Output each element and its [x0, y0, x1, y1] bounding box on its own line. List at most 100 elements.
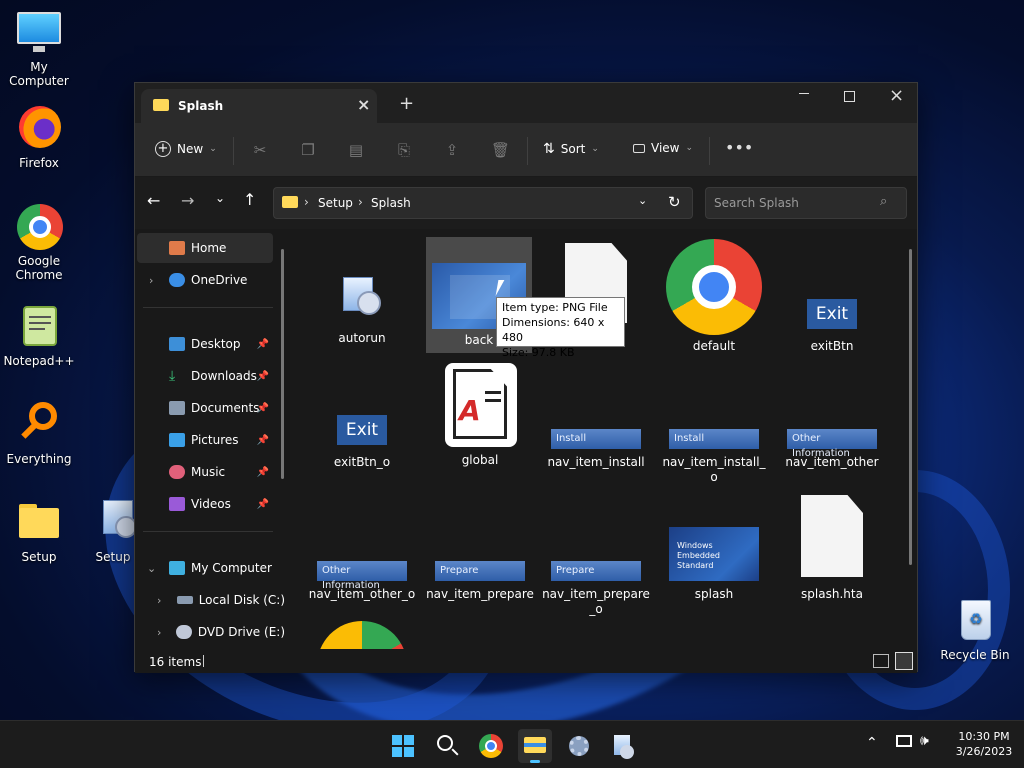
file-item-splash-hta[interactable]: splash.hta	[777, 495, 887, 601]
sidebar-item-onedrive[interactable]: › OneDrive	[137, 265, 273, 295]
breadcrumb-splash[interactable]: Splash	[371, 196, 411, 210]
search-input[interactable]: Search Splash ⌕	[705, 187, 907, 219]
desktop-icon-label: Everything	[6, 452, 72, 466]
sidebar-item-downloads[interactable]: ⤓ Downloads 📌	[137, 361, 273, 391]
pin-icon[interactable]: 📌	[257, 339, 269, 350]
file-item-blank[interactable]	[541, 243, 651, 323]
maximize-icon[interactable]	[844, 91, 855, 102]
desktop-icon-my-computer[interactable]: My Computer	[0, 8, 78, 88]
nav-image: Install	[551, 429, 641, 449]
file-item-nav-prepare[interactable]: Prepare nav_item_prepare	[425, 561, 535, 621]
home-icon	[169, 241, 185, 255]
search-icon[interactable]	[430, 729, 464, 763]
desktop-icon-everything[interactable]: Everything	[0, 400, 78, 466]
nav-image: Other Information	[787, 429, 877, 459]
file-item-exitbtn[interactable]: Exit exitBtn	[777, 299, 887, 359]
file-item-chrome-partial[interactable]	[307, 621, 417, 649]
new-tab-icon[interactable]: +	[399, 93, 414, 114]
paste-icon[interactable]: ▤	[347, 141, 365, 159]
desktop-icon-notepad[interactable]: Notepad++	[0, 302, 78, 368]
forward-arrow-icon[interactable]: →	[181, 191, 194, 210]
sidebar-scrollbar[interactable]	[281, 249, 284, 479]
file-name: splash	[694, 587, 734, 601]
clock[interactable]: 10:30 PM 3/26/2023	[944, 729, 1024, 759]
more-options-icon[interactable]: •••	[725, 139, 753, 157]
title-bar[interactable]: Splash × + ×	[135, 83, 917, 123]
sort-label: Sort	[560, 142, 586, 156]
video-icon	[169, 497, 185, 511]
cut-icon[interactable]: ✂	[251, 141, 269, 159]
sidebar-item-music[interactable]: Music 📌	[137, 457, 273, 487]
file-item-nav-install[interactable]: Install nav_item_install	[541, 429, 651, 489]
sidebar-item-videos[interactable]: Videos 📌	[137, 489, 273, 519]
network-icon[interactable]	[896, 735, 912, 747]
tab-splash[interactable]: Splash ×	[141, 89, 377, 123]
view-button[interactable]: View ⌄	[633, 141, 693, 155]
sidebar-item-my-computer[interactable]: ⌄ My Computer	[137, 553, 273, 583]
content-scrollbar[interactable]	[909, 249, 912, 565]
notepad-icon	[15, 302, 63, 350]
close-tab-icon[interactable]: ×	[357, 95, 370, 114]
refresh-icon[interactable]: ↻	[668, 193, 681, 211]
back-arrow-icon[interactable]: ←	[147, 191, 160, 210]
file-item-global[interactable]: A global	[425, 363, 535, 467]
status-bar: 16 items	[135, 649, 917, 673]
desktop-icon-chrome[interactable]: Google Chrome	[0, 202, 78, 282]
delete-icon[interactable]: 🗑	[491, 141, 510, 159]
copy-icon[interactable]: ❐	[299, 141, 317, 159]
file-item-default[interactable]: default	[659, 237, 769, 353]
settings-gear-icon[interactable]	[562, 729, 596, 763]
file-item-splash[interactable]: Windows Embedded Standard splash	[659, 527, 769, 607]
file-item-nav-other-o[interactable]: Other Information nav_item_other_o	[307, 561, 417, 621]
file-name: autorun	[338, 331, 386, 345]
chevron-up-icon[interactable]: ⌃	[866, 735, 878, 751]
rename-icon[interactable]: ⎘	[395, 141, 413, 159]
pin-icon[interactable]: 📌	[257, 467, 269, 478]
file-item-nav-prepare-o[interactable]: Prepare nav_item_prepare_o	[541, 561, 651, 621]
splash-image: Windows Embedded Standard	[669, 527, 759, 581]
details-view-icon[interactable]	[873, 654, 889, 668]
sidebar-item-dvd-drive[interactable]: › DVD Drive (E:)	[137, 617, 285, 647]
pin-icon[interactable]: 📌	[257, 371, 269, 382]
file-item-nav-install-o[interactable]: Install nav_item_install_o	[659, 429, 769, 489]
up-arrow-icon[interactable]: ↑	[243, 190, 256, 209]
chevron-down-icon: ⌄	[209, 144, 217, 154]
sidebar-item-documents[interactable]: Documents 📌	[137, 393, 273, 423]
exit-button-image: Exit	[337, 415, 387, 445]
address-bar[interactable]: › Setup › Splash ⌄ ↻	[273, 187, 693, 219]
pin-icon[interactable]: 📌	[257, 499, 269, 510]
sidebar-item-label: Music	[191, 465, 226, 479]
sidebar-item-desktop[interactable]: Desktop 📌	[137, 329, 273, 359]
minimize-icon[interactable]	[799, 93, 809, 94]
desktop-icon-recycle-bin[interactable]: ♻ Recycle Bin	[936, 596, 1014, 662]
file-item-nav-other[interactable]: Other Information nav_item_other	[777, 429, 887, 489]
share-icon[interactable]: ⇪	[443, 141, 461, 159]
pin-icon[interactable]: 📌	[257, 403, 269, 414]
file-item-exitbtn-o[interactable]: Exit exitBtn_o	[307, 415, 417, 475]
chrome-icon[interactable]	[474, 729, 508, 763]
new-button[interactable]: + New ⌄	[155, 141, 217, 157]
folder-icon	[153, 99, 169, 111]
sidebar-item-local-disk[interactable]: › Local Disk (C:)	[137, 585, 285, 615]
volume-icon[interactable]: 🕪	[920, 733, 929, 749]
windows-start-icon[interactable]	[386, 729, 420, 763]
recycle-bin-icon: ♻	[951, 596, 999, 644]
file-name: exitBtn	[810, 339, 854, 353]
breadcrumb-setup[interactable]: Setup	[318, 196, 353, 210]
desktop-icon-setup-folder[interactable]: Setup	[0, 498, 78, 564]
file-explorer-window[interactable]: Splash × + × + New ⌄ ✂ ❐ ▤ ⎘ ⇪ 🗑 ⇅ Sort …	[134, 82, 918, 673]
setup-installer-icon[interactable]	[606, 729, 640, 763]
file-item-autorun[interactable]: autorun	[307, 277, 417, 379]
file-explorer-icon[interactable]	[518, 729, 552, 763]
sort-button[interactable]: ⇅ Sort ⌄	[543, 141, 599, 157]
recent-chevron-icon[interactable]: ⌄	[215, 191, 225, 205]
desktop-icon-firefox[interactable]: Firefox	[0, 104, 78, 170]
pin-icon[interactable]: 📌	[257, 435, 269, 446]
music-icon	[169, 465, 185, 479]
sidebar-item-pictures[interactable]: Pictures 📌	[137, 425, 273, 455]
close-window-icon[interactable]: ×	[889, 85, 904, 106]
tiles-view-icon[interactable]	[895, 652, 913, 670]
chevron-down-icon[interactable]: ⌄	[638, 194, 647, 207]
file-name: exitBtn_o	[333, 455, 391, 469]
sidebar-item-home[interactable]: Home	[137, 233, 273, 263]
